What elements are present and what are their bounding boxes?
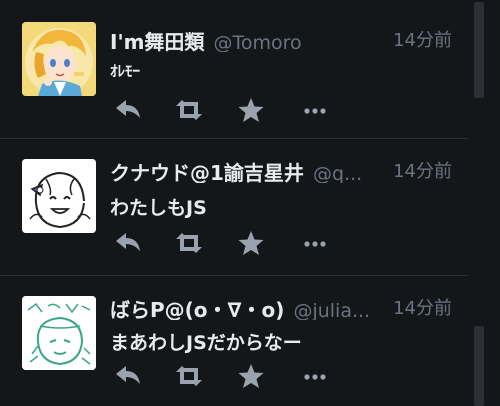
tweet-actions	[110, 96, 350, 124]
tweet-item[interactable]: クナウド@1諭吉星井 @q... 14分前 わたしもJS	[0, 139, 468, 275]
retweet-icon	[176, 366, 202, 386]
user-handle[interactable]: @julia...	[293, 300, 370, 320]
timestamp[interactable]: 14分前	[387, 26, 452, 52]
reply-icon	[116, 233, 140, 251]
tweet-actions	[110, 362, 350, 390]
user-handle[interactable]: @Tomoro	[214, 32, 302, 52]
tweet-timeline: I'm舞田類 @Tomoro 14分前 ｵﾚﾓｰ クナウド@1諭吉星井 @q..…	[0, 0, 500, 406]
more-button[interactable]	[298, 229, 332, 257]
scrollbar[interactable]	[472, 0, 486, 406]
timestamp[interactable]: 14分前	[387, 294, 452, 320]
avatar[interactable]	[22, 296, 96, 370]
favorite-button[interactable]	[234, 229, 268, 257]
reply-button[interactable]	[112, 362, 146, 390]
more-icon	[304, 374, 326, 380]
tweet-text: わたしもJS	[110, 197, 207, 219]
star-icon	[238, 364, 264, 388]
star-icon	[238, 98, 264, 122]
more-button[interactable]	[298, 96, 332, 124]
user-handle[interactable]: @q...	[313, 163, 362, 183]
avatar[interactable]	[22, 159, 96, 233]
anime-character-yellow-hair-icon	[22, 22, 96, 96]
more-icon	[304, 108, 326, 114]
favorite-button[interactable]	[234, 362, 268, 390]
reply-button[interactable]	[112, 229, 146, 257]
sketch-girl-green-icon	[22, 296, 96, 370]
tweet-divider	[0, 275, 468, 276]
scrollbar-thumb-lower[interactable]	[474, 326, 484, 406]
retweet-button[interactable]	[172, 229, 206, 257]
more-button[interactable]	[298, 362, 332, 390]
retweet-button[interactable]	[172, 96, 206, 124]
tweet-text: ｵﾚﾓｰ	[110, 62, 141, 80]
star-icon	[238, 231, 264, 255]
reply-button[interactable]	[112, 96, 146, 124]
favorite-button[interactable]	[234, 96, 268, 124]
reply-icon	[116, 100, 140, 118]
tweet-text: まあわしJSだからなー	[110, 332, 302, 354]
sketch-girl-icon	[22, 159, 96, 233]
tweet-divider	[0, 138, 468, 139]
user-name[interactable]: クナウド@1諭吉星井	[110, 161, 304, 183]
reply-icon	[116, 366, 140, 384]
user-name[interactable]: ばらP@(o・∇・o)	[110, 298, 284, 320]
tweet-actions	[110, 229, 350, 257]
retweet-icon	[176, 233, 202, 253]
avatar[interactable]	[22, 22, 96, 96]
tweet-item[interactable]: I'm舞田類 @Tomoro 14分前 ｵﾚﾓｰ	[0, 0, 468, 138]
more-icon	[304, 241, 326, 247]
retweet-icon	[176, 100, 202, 120]
user-name[interactable]: I'm舞田類	[110, 30, 204, 52]
timestamp[interactable]: 14分前	[387, 157, 452, 183]
retweet-button[interactable]	[172, 362, 206, 390]
scrollbar-thumb[interactable]	[474, 2, 484, 98]
tweet-item[interactable]: ばらP@(o・∇・o) @julia... 14分前 まあわしJSだからなー	[0, 276, 468, 406]
